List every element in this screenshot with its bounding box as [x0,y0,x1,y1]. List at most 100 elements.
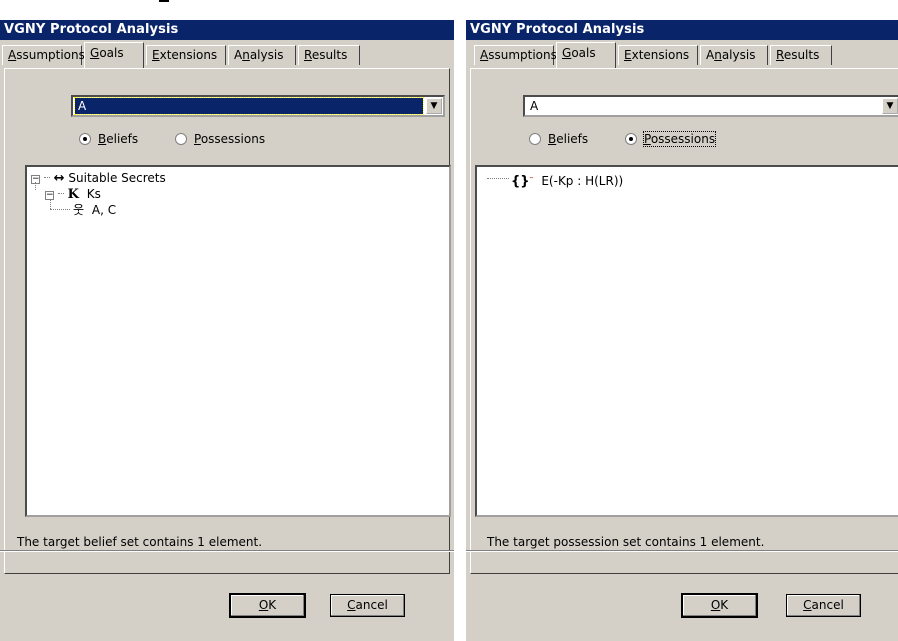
tab-label: esults [311,48,348,62]
tab-results[interactable]: Results [770,45,832,65]
principal-select-value: A [74,97,424,115]
radio-label: eliefs [556,132,589,146]
tab-analysis[interactable]: Analysis [700,45,768,65]
tab-accel: A [8,48,17,62]
tree-node-suitable-secrets[interactable]: − ↔ Suitable Secrets [31,170,166,187]
divider [0,550,454,552]
radio-label: ossessions [200,132,266,146]
tab-accel: A [480,48,489,62]
tab-label: ssumptions [16,48,85,62]
tree-node-label: E(-Kp : H(LR)) [541,174,624,188]
tab-assumptions[interactable]: Assumptions [2,45,85,65]
tab-accel: R [776,48,784,62]
radio-accel: P [194,132,201,146]
tree-node-label: Suitable Secrets [68,171,166,185]
tree-connector [487,178,509,179]
tree-node-ks[interactable]: − K Ks [45,186,101,203]
goals-panel: A ▼ Beliefs Possessions − ↔ Suitable Sec… [4,68,451,574]
protocol-analysis-window-right: VGNY Protocol Analysis Assumptions Goals… [464,20,898,641]
tab-label: oals [571,46,596,60]
tree-node-label: Ks [86,187,101,201]
principal-select-value: A [530,99,539,113]
set-marker-icon: – [529,173,534,182]
tab-label: alysis [249,48,284,62]
tab-label: esults [783,48,820,62]
status-text: The target possession set contains 1 ele… [487,535,765,549]
radio-accel: B [98,132,107,146]
bidirectional-arrow-icon: ↔ [53,171,65,186]
divider [466,550,898,552]
tree-connector [50,209,70,210]
tab-strip: Assumptions Goals Extensions Analysis Re… [0,40,454,68]
radio-accel: P [644,132,651,146]
status-text: The target belief set contains 1 element… [17,535,263,549]
tab-accel: E [152,48,160,62]
radio-beliefs[interactable]: Beliefs [79,131,138,147]
radio-label: ossessions [650,132,716,146]
radio-dot-icon [625,133,637,145]
ok-button[interactable]: OK [681,593,758,618]
goal-tree[interactable]: − ↔ Suitable Secrets − K Ks 웃 A, C [25,165,451,517]
tab-goals[interactable]: Goals [84,42,144,68]
tab-label: alysis [721,48,756,62]
principal-icon: 웃 [73,203,85,217]
ok-button[interactable]: OK [229,593,306,618]
goal-type-radios: Beliefs Possessions [525,131,825,149]
set-braces-icon: {} [511,174,530,189]
tab-strip: Assumptions Goals Extensions Analysis Re… [466,40,898,68]
button-label: K [720,598,729,612]
tree-node-possession[interactable]: {}– E(-Kp : H(LR)) [511,170,623,190]
chevron-down-icon[interactable]: ▼ [882,98,898,114]
radio-accel: B [548,132,557,146]
button-accel: O [710,598,721,612]
tab-label-prefix: A [706,48,715,62]
goals-panel: A ▼ Beliefs Possessions {}– E(-Kp : H(LR… [470,68,898,574]
button-label: ancel [355,598,388,612]
radio-possessions[interactable]: Possessions [625,131,717,147]
tab-label: xtensions [631,48,690,62]
button-accel: C [347,598,356,612]
tab-accel: n [242,48,250,62]
tab-goals[interactable]: Goals [556,42,616,68]
tree-node-label: A, C [91,203,117,217]
radio-label: eliefs [106,132,139,146]
principal-select[interactable]: A ▼ [523,95,898,117]
principal-select[interactable]: A ▼ [71,95,445,117]
radio-dot-icon [175,133,187,145]
tree-connector [57,193,64,194]
text-cursor-mark [159,0,169,2]
tree-connector [50,199,51,209]
tab-label: xtensions [159,48,218,62]
button-accel: C [803,598,812,612]
tree-connector [35,182,36,190]
tab-accel: G [90,46,100,60]
button-label: ancel [811,598,844,612]
tab-analysis[interactable]: Analysis [228,45,296,65]
tab-label-prefix: A [234,48,243,62]
tab-extensions[interactable]: Extensions [618,45,698,65]
cancel-button[interactable]: Cancel [786,594,861,617]
radio-dot-icon [529,133,541,145]
button-label: K [268,598,277,612]
key-icon: K [67,187,79,202]
protocol-analysis-window-left: VGNY Protocol Analysis Assumptions Goals… [0,20,454,641]
window-title: VGNY Protocol Analysis [466,20,898,40]
tree-node-principals[interactable]: 웃 A, C [73,202,116,218]
tab-accel: R [304,48,312,62]
tab-results[interactable]: Results [298,45,360,65]
chevron-down-icon[interactable]: ▼ [426,98,442,114]
tab-extensions[interactable]: Extensions [146,45,226,65]
goal-type-radios: Beliefs Possessions [75,131,375,149]
tab-accel: G [562,46,572,60]
goal-tree[interactable]: {}– E(-Kp : H(LR)) [475,165,898,517]
radio-possessions[interactable]: Possessions [175,131,265,147]
tab-label: oals [99,46,124,60]
button-accel: O [258,598,269,612]
radio-beliefs[interactable]: Beliefs [529,131,588,147]
tab-assumptions[interactable]: Assumptions [474,45,557,65]
cancel-button[interactable]: Cancel [330,594,405,617]
radio-dot-icon [79,133,91,145]
tab-accel: E [624,48,632,62]
tab-accel: n [714,48,722,62]
tree-connector [43,177,50,178]
